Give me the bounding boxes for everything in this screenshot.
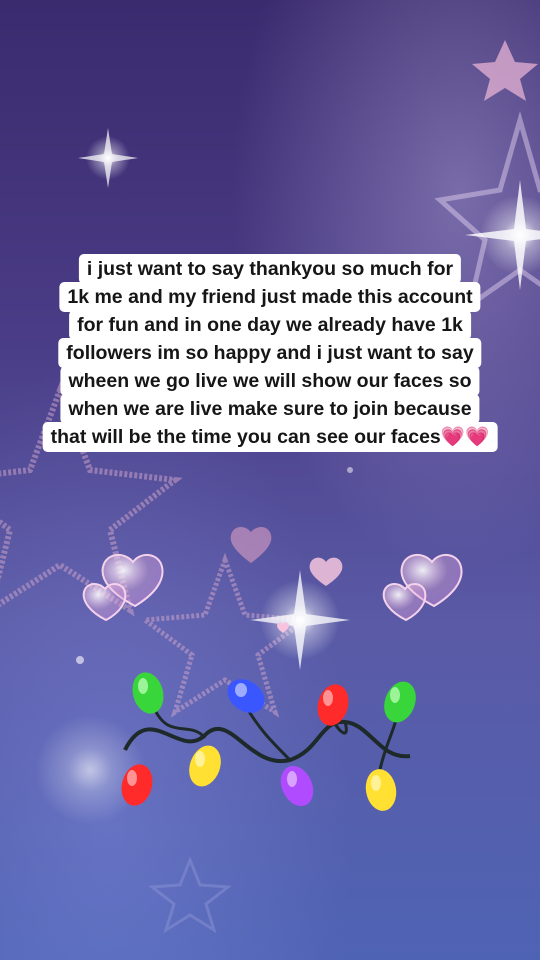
- decorations: [0, 40, 540, 934]
- star-outline-icon: [472, 40, 538, 101]
- sparkle-icon: [78, 128, 138, 188]
- heart-icon: [230, 526, 272, 563]
- heart-bubble-icon: [382, 554, 463, 622]
- sparkle-icon: [250, 570, 350, 670]
- heart-icon: [309, 557, 343, 586]
- christmas-lights-icon: [121, 672, 416, 811]
- star-outline-icon: [147, 855, 233, 934]
- heart-bubble-icon: [82, 554, 164, 622]
